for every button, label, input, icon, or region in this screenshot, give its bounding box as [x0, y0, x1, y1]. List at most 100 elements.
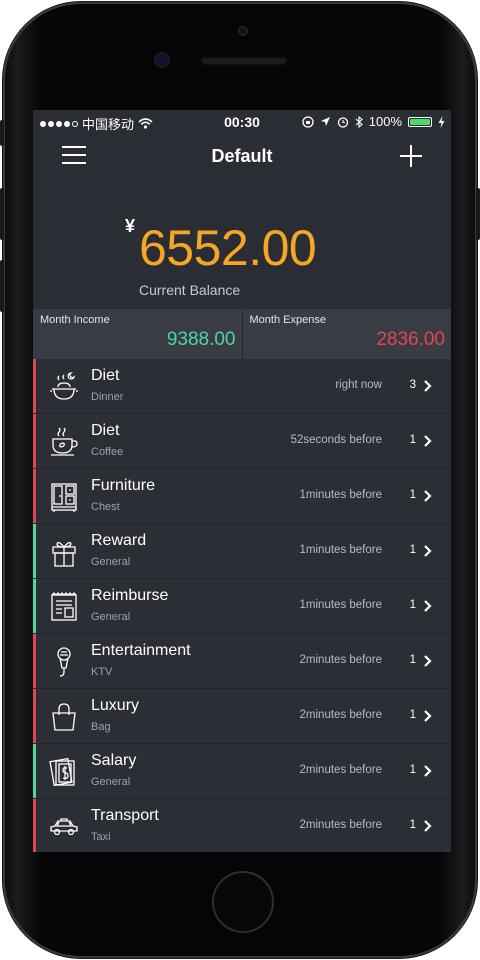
subcategory-label: Dinner: [91, 391, 124, 403]
battery-percent: 100%: [368, 114, 402, 129]
time-label: 2minutes before: [299, 764, 382, 776]
app-screen: 中国移动 00:30 100% Default ¥ 6552.00 Curren…: [33, 110, 451, 852]
transaction-row[interactable]: Diet Dinner right now 3: [33, 359, 451, 414]
income-indicator: [33, 579, 36, 633]
chevron-right-icon: [424, 655, 432, 667]
front-camera-icon: [156, 54, 168, 66]
balance-amount: 6552.00: [139, 220, 317, 276]
rotation-lock-icon: [302, 115, 314, 128]
transaction-row[interactable]: Luxury Bag 2minutes before 1: [33, 689, 451, 744]
balance-label: Current Balance: [139, 282, 241, 298]
month-income-label: Month Income: [40, 314, 110, 326]
count-label: 1: [409, 434, 416, 446]
dinner-pot-icon: [50, 372, 78, 400]
subcategory-label: Taxi: [91, 831, 111, 843]
gift-icon: [52, 541, 76, 567]
time-label: 1minutes before: [299, 489, 382, 501]
time-label: 52seconds before: [290, 434, 382, 446]
month-expense-box: Month Expense 2836.00: [241, 309, 451, 359]
transaction-row[interactable]: Entertainment KTV 2minutes before 1: [33, 634, 451, 689]
nav-bar: Default: [33, 132, 451, 182]
income-indicator: [33, 524, 36, 578]
chevron-right-icon: [424, 490, 432, 502]
category-label: Furniture: [91, 477, 156, 494]
expense-indicator: [33, 799, 36, 852]
chevron-right-icon: [424, 765, 432, 777]
expense-indicator: [33, 634, 36, 688]
month-expense-label: Month Expense: [249, 314, 326, 326]
transaction-row[interactable]: Reward General 1minutes before 1: [33, 524, 451, 579]
subcategory-label: General: [91, 556, 131, 568]
bag-icon: [52, 703, 76, 731]
subcategory-label: Chest: [91, 501, 120, 513]
month-income-box: Month Income 9388.00: [33, 309, 242, 359]
balance-panel: ¥ 6552.00 Current Balance: [33, 182, 451, 308]
transaction-row[interactable]: Diet Coffee 52seconds before 1: [33, 414, 451, 469]
expense-indicator: [33, 469, 36, 523]
volume-up-button: [0, 188, 4, 240]
count-label: 1: [409, 764, 416, 776]
category-label: Luxury: [91, 697, 140, 714]
status-bar: 中国移动 00:30 100%: [33, 110, 451, 132]
receipt-icon: [51, 592, 77, 621]
count-label: 1: [409, 599, 416, 611]
income-indicator: [33, 744, 36, 798]
month-income-value: 9388.00: [166, 329, 236, 350]
subcategory-label: General: [91, 611, 131, 623]
subcategory-label: Bag: [91, 721, 111, 733]
chevron-right-icon: [424, 435, 432, 447]
add-record-icon[interactable]: [400, 145, 422, 167]
month-expense-value: 2836.00: [376, 329, 445, 350]
earpiece-speaker: [200, 56, 288, 66]
charging-icon: [438, 115, 445, 128]
power-button: [476, 188, 480, 240]
category-label: Entertainment: [91, 642, 191, 659]
taxi-icon: [50, 818, 78, 836]
category-label: Reimburse: [91, 587, 169, 604]
mute-switch: [0, 120, 4, 146]
category-label: Reward: [91, 532, 147, 549]
chevron-right-icon: [424, 710, 432, 722]
bluetooth-icon: [355, 115, 363, 128]
transaction-row[interactable]: Reimburse General 1minutes before 1: [33, 579, 451, 634]
expense-indicator: [33, 689, 36, 743]
time-label: 2minutes before: [299, 709, 382, 721]
subcategory-label: KTV: [91, 666, 113, 678]
chevron-right-icon: [424, 545, 432, 557]
time-label: right now: [335, 379, 382, 391]
expense-indicator: [33, 414, 36, 468]
chevron-right-icon: [424, 820, 432, 832]
transaction-row[interactable]: Furniture Chest 1minutes before 1: [33, 469, 451, 524]
count-label: 1: [409, 654, 416, 666]
money-icon: [49, 757, 75, 787]
coffee-cup-icon: [51, 427, 78, 456]
count-label: 1: [409, 544, 416, 556]
time-label: 2minutes before: [299, 819, 382, 831]
microphone-icon: [57, 647, 71, 677]
count-label: 1: [409, 489, 416, 501]
battery-icon: [408, 116, 432, 127]
count-label: 1: [409, 819, 416, 831]
transaction-list: Diet Dinner right now 3 Diet Coffee 52se…: [33, 359, 451, 852]
time-label: 1minutes before: [299, 599, 382, 611]
category-label: Diet: [91, 367, 120, 384]
location-icon: [320, 117, 330, 126]
month-summary: Month Income 9388.00 Month Expense 2836.…: [33, 309, 451, 359]
chest-icon: [51, 483, 77, 512]
transaction-row[interactable]: Salary General 2minutes before 1: [33, 744, 451, 799]
chevron-right-icon: [424, 380, 432, 392]
category-label: Diet: [91, 422, 120, 439]
alarm-icon: [337, 116, 348, 128]
subcategory-label: General: [91, 776, 131, 788]
category-label: Transport: [91, 807, 159, 824]
time-label: 2minutes before: [299, 654, 382, 666]
volume-down-button: [0, 260, 4, 312]
count-label: 3: [409, 379, 416, 391]
expense-indicator: [33, 359, 36, 413]
home-button[interactable]: [212, 871, 274, 933]
transaction-row[interactable]: Transport Taxi 2minutes before 1: [33, 799, 451, 852]
sensor-icon: [238, 26, 248, 36]
count-label: 1: [409, 709, 416, 721]
page-title: Default: [211, 146, 273, 166]
subcategory-label: Coffee: [91, 446, 124, 458]
